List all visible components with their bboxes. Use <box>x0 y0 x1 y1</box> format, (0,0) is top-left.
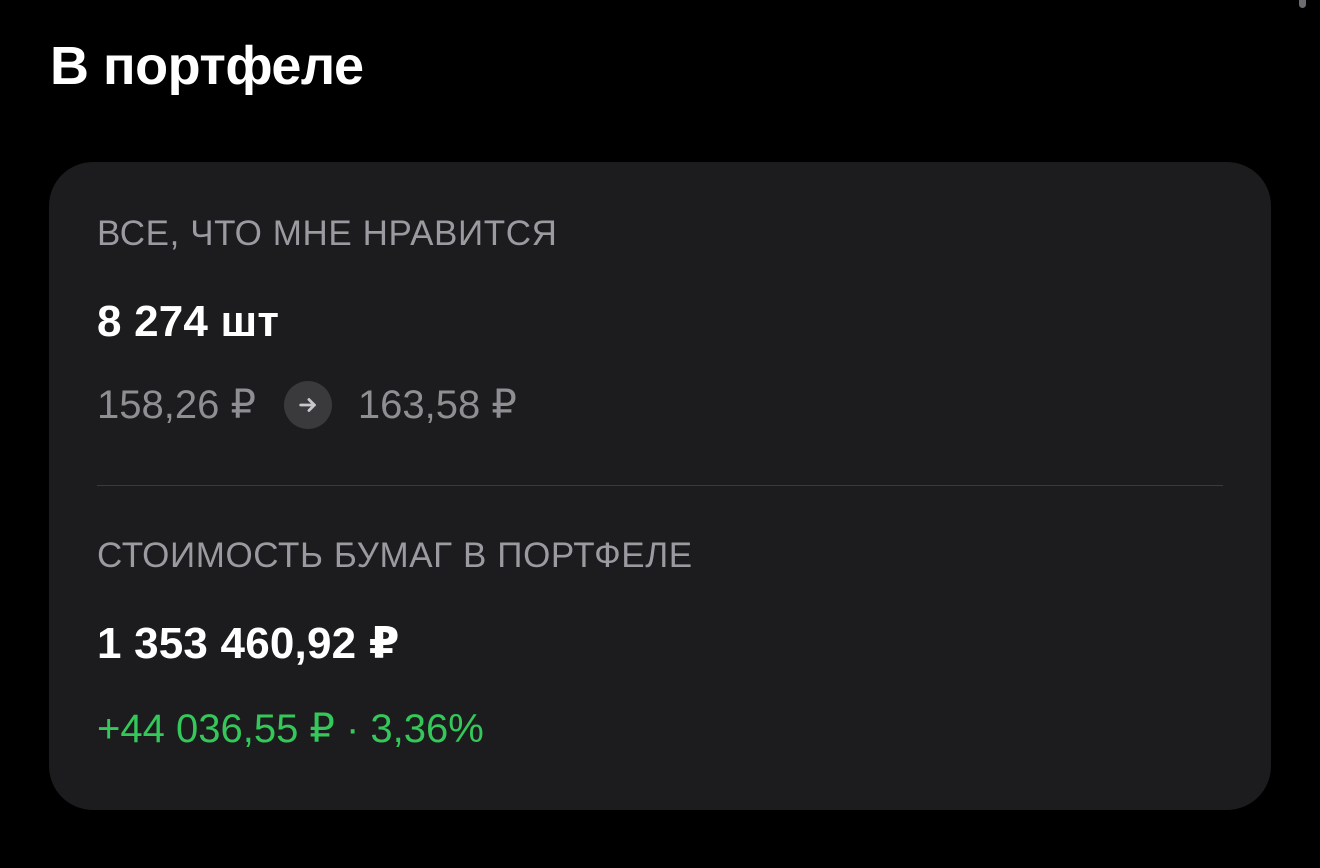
portfolio-value-section: СТОИМОСТЬ БУМАГ В ПОРТФЕЛЕ 1 353 460,92 … <box>97 532 1223 754</box>
page-title: В портфеле <box>50 36 364 96</box>
portfolio-card[interactable]: ВСЕ, ЧТО МНЕ НРАВИТСЯ 8 274 шт 158,26 ₽ … <box>49 162 1271 810</box>
quantity-value: 8 274 шт <box>97 297 280 346</box>
portfolio-value-label: СТОИМОСТЬ БУМАГ В ПОРТФЕЛЕ <box>97 536 693 575</box>
arrow-right-icon <box>283 381 332 429</box>
divider <box>97 485 1223 486</box>
favorites-label: ВСЕ, ЧТО МНЕ НРАВИТСЯ <box>97 214 558 253</box>
current-price: 163,58 ₽ <box>357 383 517 427</box>
favorites-section: ВСЕ, ЧТО МНЕ НРАВИТСЯ 8 274 шт 158,26 ₽ … <box>97 210 1223 430</box>
scroll-indicator[interactable] <box>1299 0 1306 8</box>
average-price: 158,26 ₽ <box>97 383 256 427</box>
portfolio-total-value: 1 353 460,92 ₽ <box>97 619 400 668</box>
portfolio-change: +44 036,55 ₽ · 3,36% <box>97 707 484 751</box>
price-change-row: 158,26 ₽ 163,58 ₽ <box>97 380 1223 430</box>
